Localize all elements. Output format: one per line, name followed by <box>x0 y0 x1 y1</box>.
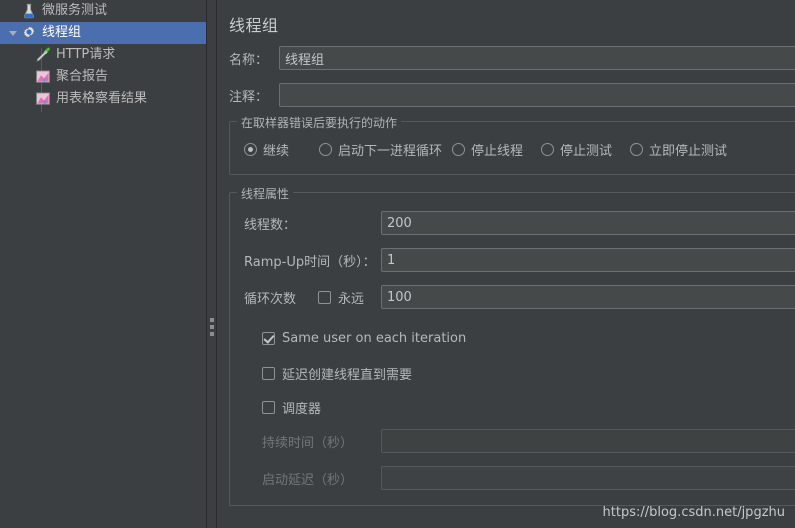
startup-delay-label: 启动延迟（秒） <box>262 472 354 488</box>
checkbox-label: Same user on each iteration <box>282 330 467 346</box>
splitter-grip-dots[interactable] <box>210 318 214 338</box>
comment-label: 注释： <box>229 89 269 105</box>
duration-field-row: 持续时间（秒） <box>262 429 795 453</box>
tree-item-label: 线程组 <box>42 25 82 40</box>
page-title: 线程组 <box>229 16 279 35</box>
checkbox-mark-icon <box>262 331 275 345</box>
pane-splitter[interactable] <box>207 0 217 528</box>
tree-item-label: 用表格察看结果 <box>56 91 148 106</box>
tree-item-label: HTTP请求 <box>56 47 116 62</box>
tree-item-test-plan[interactable]: 微服务测试 <box>0 0 206 22</box>
thread-properties-title: 线程属性 <box>237 185 294 202</box>
comment-input[interactable] <box>279 83 795 107</box>
test-plan-tree-pane[interactable]: 微服务测试 线程组 HTTP请求 聚合报告 用表格察看结果 <box>0 0 207 528</box>
thread-group-editor-pane: 线程组 名称： 注释： 在取样器错误后要执行的动作 继续 启动下一进程循环 <box>217 0 795 528</box>
sampler-error-action-groupbox: 在取样器错误后要执行的动作 继续 启动下一进程循环 停止线程 停止测试 立即停止… <box>229 114 795 175</box>
duration-input[interactable] <box>381 429 795 453</box>
sampler-error-action-title: 在取样器错误后要执行的动作 <box>237 114 402 131</box>
radio-stop-thread[interactable]: 停止线程 <box>452 140 524 159</box>
radio-mark-icon <box>452 142 465 156</box>
checkbox-same-user-each-iteration[interactable]: Same user on each iteration <box>262 329 466 347</box>
comment-field-row: 注释： <box>229 83 795 107</box>
thread-count-label: 线程数： <box>244 217 297 233</box>
checkbox-mark-icon <box>262 366 275 380</box>
checkbox-scheduler[interactable]: 调度器 <box>262 398 322 417</box>
checkbox-mark-icon <box>262 400 275 414</box>
tree-item-label: 聚合报告 <box>56 69 109 84</box>
radio-mark-icon <box>319 142 332 156</box>
radio-label: 继续 <box>263 143 290 159</box>
checkbox-label: 延迟创建线程直到需要 <box>282 367 413 383</box>
radio-label: 立即停止测试 <box>649 143 728 159</box>
tree-item-label: 微服务测试 <box>42 3 108 18</box>
thread-count-field-row: 线程数： <box>244 211 795 235</box>
radio-stop-test[interactable]: 停止测试 <box>541 140 613 159</box>
grip-dot <box>210 318 214 322</box>
tree-item-view-results-in-table[interactable]: 用表格察看结果 <box>0 88 206 110</box>
loop-count-label: 循环次数 <box>244 291 297 307</box>
name-input[interactable] <box>279 46 795 70</box>
radio-label: 停止测试 <box>560 143 613 159</box>
tree-item-aggregate-report[interactable]: 聚合报告 <box>0 66 206 88</box>
checkbox-label: 永远 <box>338 291 365 307</box>
loop-count-field-row: 循环次数 永远 <box>244 285 795 309</box>
rampup-field-row: Ramp-Up时间（秒）： <box>244 248 795 272</box>
duration-label: 持续时间（秒） <box>262 435 354 451</box>
checkbox-mark-icon <box>318 290 331 304</box>
http-request-pipette-icon <box>34 46 52 64</box>
tree-item-http-request[interactable]: HTTP请求 <box>0 44 206 66</box>
radio-stop-test-now[interactable]: 立即停止测试 <box>630 140 728 159</box>
tree-item-thread-group[interactable]: 线程组 <box>0 22 206 44</box>
view-results-table-chart-icon <box>34 90 52 108</box>
thread-count-input[interactable] <box>381 211 795 235</box>
radio-label: 停止线程 <box>471 143 524 159</box>
radio-mark-icon <box>630 142 643 156</box>
rampup-label: Ramp-Up时间（秒）： <box>244 254 376 270</box>
startup-delay-field-row: 启动延迟（秒） <box>262 466 795 490</box>
aggregate-report-chart-icon <box>34 68 52 86</box>
rampup-input[interactable] <box>381 248 795 272</box>
chevron-down-icon[interactable] <box>6 22 20 44</box>
startup-delay-input[interactable] <box>381 466 795 490</box>
checkbox-forever[interactable]: 永远 <box>318 288 381 307</box>
tree-twisty-placeholder <box>6 0 20 22</box>
loop-count-input[interactable] <box>381 285 795 309</box>
radio-start-next-thread-loop[interactable]: 启动下一进程循环 <box>319 140 443 159</box>
checkbox-delay-thread-creation[interactable]: 延迟创建线程直到需要 <box>262 364 413 383</box>
checkbox-label: 调度器 <box>282 401 322 417</box>
radio-mark-icon <box>244 142 257 156</box>
watermark-text: https://blog.csdn.net/jpgzhu <box>602 505 785 520</box>
grip-dot <box>210 325 214 329</box>
test-plan-flask-icon <box>20 2 38 20</box>
thread-properties-groupbox: 线程属性 线程数： Ramp-Up时间（秒）： 循环次数 永远 <box>229 185 795 506</box>
radio-label: 启动下一进程循环 <box>338 143 443 159</box>
thread-group-gear-icon <box>20 24 38 42</box>
jmeter-thread-group-window: 微服务测试 线程组 HTTP请求 聚合报告 用表格察看结果 线程组 名称： 线程… <box>0 0 795 528</box>
radio-mark-icon <box>541 142 554 156</box>
name-label: 名称： <box>229 52 269 68</box>
grip-dot <box>210 332 214 336</box>
name-field-row: 名称： <box>229 46 795 70</box>
radio-continue[interactable]: 继续 <box>244 140 290 159</box>
